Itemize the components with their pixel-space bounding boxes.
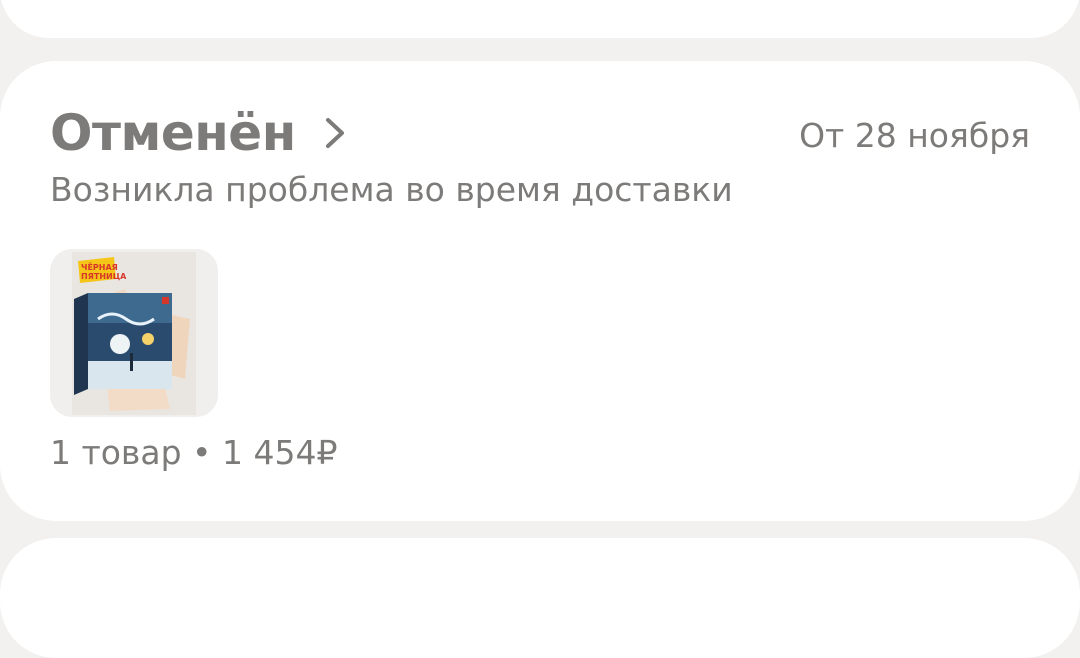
order-date: От 28 ноября <box>799 116 1030 155</box>
order-price: 1 454₽ <box>221 433 338 472</box>
board-game-box-image: ЧЁРНАЯ ПЯТНИЦА <box>72 252 196 415</box>
order-status-title: Отменён <box>50 104 296 162</box>
previous-order-card[interactable] <box>0 0 1080 38</box>
order-card[interactable]: Отменён От 28 ноября Возникла проблема в… <box>0 61 1080 521</box>
cancel-reason: Возникла проблема во время доставки <box>50 170 733 209</box>
badge-text-line1: ЧЁРНАЯ <box>81 262 118 272</box>
order-status-link[interactable]: Отменён <box>50 103 348 163</box>
product-thumbnail[interactable]: ЧЁРНАЯ ПЯТНИЦА <box>50 249 218 417</box>
summary-separator: • <box>181 433 222 472</box>
chevron-right-icon <box>325 118 344 148</box>
items-count: 1 товар <box>50 433 182 472</box>
next-order-card[interactable] <box>0 538 1080 658</box>
badge-text-line2: ПЯТНИЦА <box>81 272 127 281</box>
order-summary: 1 товар • 1 454₽ <box>50 431 337 475</box>
